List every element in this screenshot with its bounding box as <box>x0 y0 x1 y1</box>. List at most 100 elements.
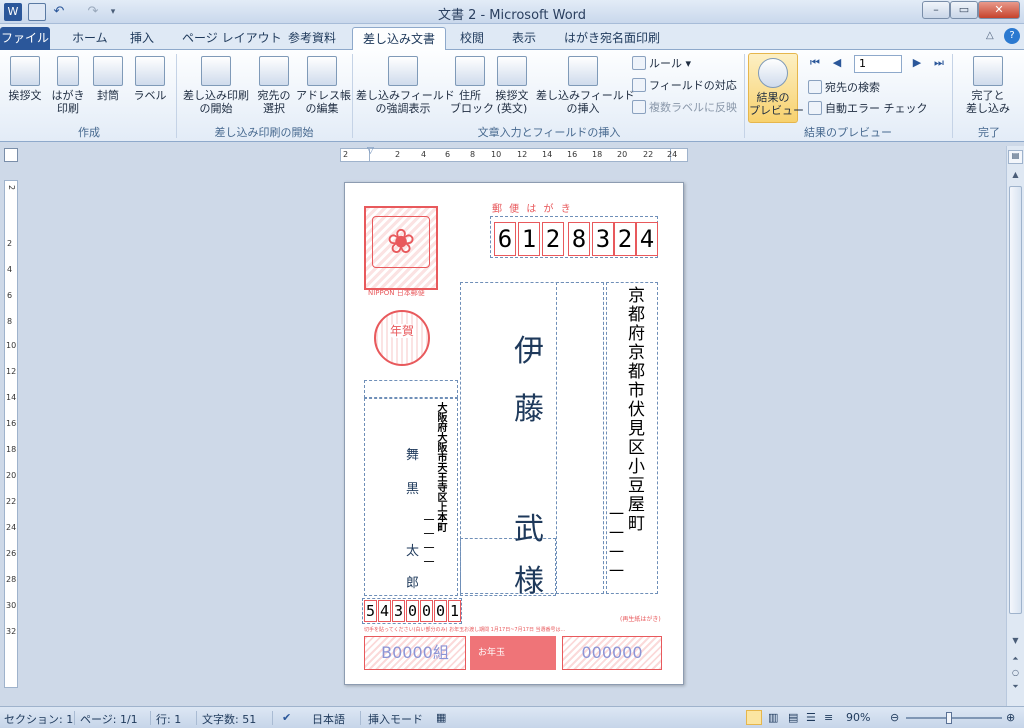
zoom-slider-thumb[interactable] <box>945 712 952 724</box>
last-record-icon[interactable]: ⏭ <box>932 56 946 70</box>
start-merge-button[interactable]: 差し込み印刷 の開始 <box>180 56 252 115</box>
sender-number: 一一一一 <box>422 514 435 570</box>
sender-name-char: 太 <box>406 544 420 559</box>
recipient-address: 京都府京都市伏見区小豆屋町 <box>624 286 644 533</box>
rules-icon <box>632 56 646 70</box>
ruler-number: 6 <box>7 291 13 300</box>
maximize-button[interactable]: ▭ <box>950 1 978 19</box>
tab-references[interactable]: 参考資料 <box>278 27 346 50</box>
vertical-scrollbar[interactable]: ▤ ▲ ▼ ⏶ ○ ⏷ <box>1006 146 1024 706</box>
highlight-fields-label: 差し込みフィールド の強調表示 <box>356 89 455 115</box>
vertical-ruler[interactable]: 2 2 4 6 8 10 12 14 16 18 20 22 24 26 28 … <box>4 180 18 688</box>
close-button[interactable]: ✕ <box>978 1 1020 19</box>
horizontal-ruler[interactable]: 2 2 4 6 8 10 12 14 16 18 20 22 24 ▽ <box>340 146 688 162</box>
sender-name-char: 黒 <box>406 482 420 497</box>
group-preview-label: 結果のプレビュー <box>804 126 892 139</box>
postcard-header: 郵 便 は が き <box>492 204 573 215</box>
ruler-number: 16 <box>6 419 17 428</box>
zoom-out-icon[interactable]: ⊖ <box>890 711 899 724</box>
outline-view-icon[interactable]: ☰ <box>806 711 816 724</box>
macro-recording-icon[interactable]: ▦ <box>436 711 446 724</box>
status-section[interactable]: セクション: 1 <box>4 711 73 727</box>
status-language[interactable]: 日本語 <box>312 711 345 727</box>
next-page-icon[interactable]: ⏷ <box>1008 682 1023 694</box>
status-line[interactable]: 行: 1 <box>156 711 181 727</box>
recipient-name-char: 武 <box>514 512 544 547</box>
match-fields-button[interactable]: フィールドの対応 <box>632 78 737 94</box>
tab-postcard-print[interactable]: はがき宛名面印刷 <box>554 27 670 50</box>
edit-address-book-button[interactable]: アドレス帳 の編集 <box>296 56 351 115</box>
find-recipient-button[interactable]: 宛先の検索 <box>808 80 880 96</box>
sender-zip-digit: 3 <box>392 600 405 622</box>
lottery-logo: お年玉 <box>470 636 556 670</box>
status-page[interactable]: ページ: 1/1 <box>80 711 138 727</box>
zoom-slider[interactable] <box>906 717 1002 719</box>
proofing-icon[interactable]: ✔ <box>282 711 291 724</box>
label-label: ラベル <box>133 89 167 102</box>
view-ruler-icon[interactable]: ▤ <box>1008 150 1023 164</box>
status-word-count[interactable]: 文字数: 51 <box>202 711 256 727</box>
greeting-button[interactable]: 挨拶文 <box>4 56 46 102</box>
highlight-fields-button[interactable]: 差し込みフィールド の強調表示 <box>356 56 455 115</box>
sender-name-char: 舞 <box>406 448 420 463</box>
label-button[interactable]: ラベル <box>130 56 170 102</box>
draft-view-icon[interactable]: ≡ <box>824 711 833 724</box>
tab-file[interactable]: ファイル <box>0 27 50 50</box>
tab-insert[interactable]: 挿入 <box>120 27 164 50</box>
stamp-flower-icon: ❀ <box>372 216 430 268</box>
preview-icon <box>758 58 788 88</box>
tab-view[interactable]: 表示 <box>502 27 546 50</box>
start-merge-icon <box>201 56 231 86</box>
ruler-number: 2 <box>395 150 401 159</box>
ruler-number: 10 <box>491 150 502 159</box>
status-insert-mode[interactable]: 挿入モード <box>368 711 423 727</box>
web-layout-view-icon[interactable]: ▤ <box>788 711 798 724</box>
tab-mailings[interactable]: 差し込み文書 <box>352 27 447 50</box>
sender-name-char: 郎 <box>406 576 420 591</box>
recipient-name-char: 様 <box>514 564 544 599</box>
select-recipients-button[interactable]: 宛先の 選択 <box>252 56 296 115</box>
previous-record-icon[interactable]: ◀ <box>830 56 844 70</box>
scroll-down-icon[interactable]: ▼ <box>1008 636 1023 650</box>
next-record-icon[interactable]: ▶ <box>910 56 924 70</box>
rules-label: ルール <box>649 57 682 70</box>
zip-digit: 2 <box>614 222 636 256</box>
ruler-number: 2 <box>343 150 349 159</box>
update-labels-button[interactable]: 複数ラベルに反映 <box>632 100 737 116</box>
rules-button[interactable]: ルール ▾ <box>632 56 691 72</box>
group-finish-label: 完了 <box>978 126 1000 139</box>
recipient-name-char: 伊 <box>514 334 544 369</box>
sender-zip-digit: 0 <box>420 600 433 622</box>
edit-address-book-label: アドレス帳 の編集 <box>296 89 351 115</box>
full-screen-view-icon[interactable]: ▥ <box>768 711 778 724</box>
update-labels-label: 複数ラベルに反映 <box>649 101 737 114</box>
address-block-button[interactable]: 住所 ブロック <box>450 56 494 115</box>
tab-page-layout[interactable]: ページ レイアウト <box>172 27 292 50</box>
greeting-line-button[interactable]: 挨拶文 (英文) <box>490 56 534 115</box>
tab-home[interactable]: ホーム <box>62 27 118 50</box>
minimize-button[interactable]: – <box>922 1 950 19</box>
scroll-thumb[interactable] <box>1009 186 1022 614</box>
auto-check-errors-button[interactable]: 自動エラー チェック <box>808 101 928 117</box>
group-separator <box>352 54 353 138</box>
ribbon-collapse-icon[interactable]: △ <box>986 30 994 41</box>
ruler-number: 10 <box>6 341 17 350</box>
zoom-in-icon[interactable]: ⊕ <box>1006 711 1015 724</box>
print-layout-view-icon[interactable] <box>746 710 762 725</box>
status-separator <box>272 711 273 725</box>
envelope-button[interactable]: 封筒 <box>88 56 128 102</box>
previous-page-icon[interactable]: ⏶ <box>1008 654 1023 666</box>
first-record-icon[interactable]: ⏮ <box>808 56 822 70</box>
tab-review[interactable]: 校閲 <box>450 27 494 50</box>
preview-results-button[interactable]: 結果の プレビュー <box>748 53 804 123</box>
insert-merge-field-button[interactable]: 差し込みフィールド の挿入 <box>536 56 635 115</box>
indent-marker-icon[interactable]: ▽ <box>367 146 374 156</box>
finish-merge-button[interactable]: 完了と 差し込み <box>958 56 1018 115</box>
browse-object-icon[interactable]: ○ <box>1008 668 1023 680</box>
postcard-print-button[interactable]: はがき 印刷 <box>48 56 88 115</box>
record-number-input[interactable]: 1 <box>854 55 902 73</box>
zoom-level[interactable]: 90% <box>846 711 870 724</box>
help-icon[interactable]: ? <box>1004 28 1020 44</box>
scroll-up-icon[interactable]: ▲ <box>1008 170 1023 184</box>
tab-selector[interactable] <box>4 148 18 162</box>
